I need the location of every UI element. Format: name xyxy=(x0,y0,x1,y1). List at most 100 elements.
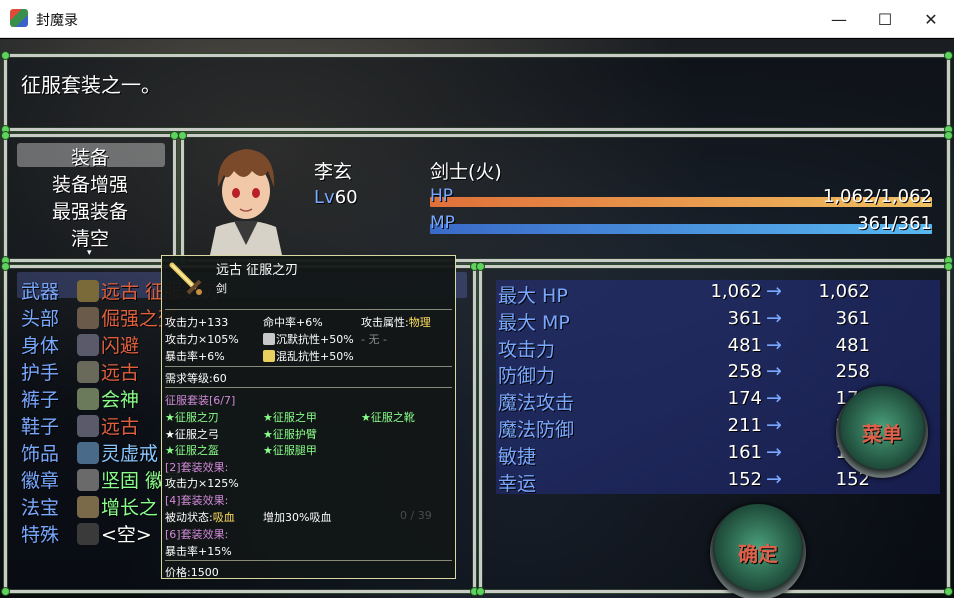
bonus4-desc: 增加30%吸血 xyxy=(263,511,332,524)
tooltip-crit: 暴击率+6% xyxy=(165,350,225,363)
confirm-button-label: 确定 xyxy=(738,541,778,566)
help-text: 征服套装之一。 xyxy=(21,73,161,97)
actor-level: Lv60 xyxy=(314,187,358,208)
scroll-down-icon[interactable]: ▾ xyxy=(87,248,92,258)
confuse-icon xyxy=(263,350,275,362)
param-current: 152 xyxy=(727,468,762,490)
param-current: 1,062 xyxy=(710,281,762,302)
tooltip-atk: 攻击力+133 xyxy=(165,316,229,329)
arrow-right-icon: → xyxy=(766,333,782,356)
param-name: 攻击力 xyxy=(498,338,556,361)
mp-value: 361/361 xyxy=(857,213,932,234)
slot-item-name: 远古 xyxy=(101,416,140,438)
command-optimize[interactable]: 最强装备 xyxy=(7,197,173,224)
param-new: 361 xyxy=(835,307,870,329)
param-name: 魔法攻击 xyxy=(498,392,575,415)
slot-item-name: 远古 xyxy=(101,362,140,384)
equipment-icon xyxy=(77,442,99,464)
sword-icon xyxy=(169,262,202,295)
command-enhance[interactable]: 装备增强 xyxy=(7,170,173,197)
param-name: 幸运 xyxy=(498,472,537,495)
arrow-right-icon: → xyxy=(766,467,782,490)
bonus6-title: [6]套装效果: xyxy=(165,528,229,541)
confirm-button[interactable]: 确定 xyxy=(710,504,806,598)
level-value: 60 xyxy=(334,187,358,208)
arrow-right-icon: → xyxy=(766,280,782,302)
close-button[interactable]: ✕ xyxy=(908,0,954,38)
param-name: 最大 MP xyxy=(498,311,570,334)
window-title: 封魔录 xyxy=(36,13,78,29)
param-name: 敏捷 xyxy=(498,445,537,468)
slot-item-name: 会神 xyxy=(101,389,140,411)
arrow-right-icon: → xyxy=(766,306,782,329)
arrow-right-icon: → xyxy=(766,440,782,463)
equipment-icon xyxy=(77,496,99,518)
tooltip-counter: 0 / 39 xyxy=(400,509,432,522)
status-window: 李玄 Lv60 剑士(火) HP 1,062/1,062 MP 361/361 xyxy=(178,131,953,265)
tooltip-item-type: 剑 xyxy=(216,282,227,295)
mp-gauge: MP 361/361 xyxy=(430,212,932,236)
param-current: 481 xyxy=(727,334,762,356)
silence-icon xyxy=(263,333,275,345)
equipment-icon xyxy=(77,415,99,437)
divider xyxy=(165,387,452,388)
tooltip-atk-rate: 攻击力×105% xyxy=(165,333,239,346)
slot-label: 护手 xyxy=(21,362,60,384)
slot-item-name: <空> xyxy=(101,524,152,546)
slot-label: 特殊 xyxy=(21,524,60,546)
param-window: 最大 HP 1,062 → 1,062 最大 MP 361 → 361 攻击力 481 → 481 防御… xyxy=(476,262,953,598)
command-clear[interactable]: 清空 xyxy=(7,224,173,251)
actor-portrait xyxy=(210,149,282,255)
divider xyxy=(165,366,452,367)
set-item: ★征服之刃 xyxy=(165,411,219,424)
param-current: 361 xyxy=(727,307,762,329)
level-label: Lv xyxy=(314,187,335,208)
set-item: ★征服护臂 xyxy=(263,428,317,441)
divider xyxy=(165,560,452,561)
param-current: 258 xyxy=(727,361,762,383)
param-new: 258 xyxy=(835,361,870,383)
tooltip-hit: 命中率+6% xyxy=(263,316,323,329)
param-new: 1,062 xyxy=(818,281,870,302)
param-name: 魔法防御 xyxy=(498,419,575,441)
minimize-button[interactable]: — xyxy=(816,0,862,38)
bonus6-value: 暴击率+15% xyxy=(165,545,232,558)
slot-label: 裤子 xyxy=(21,389,60,411)
equipment-icon xyxy=(77,469,99,491)
param-current: 161 xyxy=(727,441,762,463)
tooltip-elem-label: 攻击属性: xyxy=(361,316,409,329)
hp-gauge: HP 1,062/1,062 xyxy=(430,185,932,209)
param-row: 最大 MP 361 → 361 xyxy=(496,306,940,334)
set-item: ★征服之弓 xyxy=(165,428,219,441)
slot-label: 法宝 xyxy=(21,497,60,519)
menu-button[interactable]: 菜单 xyxy=(836,386,928,478)
command-window: 装备 装备增强 最强装备 清空 ▾ xyxy=(1,131,179,265)
arrow-right-icon: → xyxy=(766,387,782,410)
tooltip-item-name: 远古 征服之刃 xyxy=(216,263,299,278)
hp-label: HP xyxy=(430,186,454,206)
arrow-right-icon: → xyxy=(766,414,782,436)
tooltip-elem: 物理 xyxy=(408,316,431,329)
app-icon xyxy=(10,9,28,27)
param-new: 481 xyxy=(835,334,870,356)
slot-label: 鞋子 xyxy=(21,416,60,438)
tooltip-set-title: 征服套装[6/7] xyxy=(165,394,236,407)
slot-label: 徽章 xyxy=(21,470,60,492)
param-current: 211 xyxy=(727,415,762,436)
bonus2-title: [2]套装效果: xyxy=(165,461,229,474)
set-item: ★征服之靴 xyxy=(361,411,415,424)
command-equip[interactable]: 装备 xyxy=(7,143,173,170)
tooltip-req-level: 需求等级:60 xyxy=(165,372,227,385)
tooltip-silence: 沉默抗性+50% xyxy=(276,333,354,346)
tooltip-confuse: 混乱抗性+50% xyxy=(276,350,354,363)
equipment-icon xyxy=(77,334,99,356)
hp-value: 1,062/1,062 xyxy=(822,186,932,207)
mp-label: MP xyxy=(430,213,455,233)
maximize-button[interactable]: ☐ xyxy=(862,0,908,38)
slot-item-name: 闪避 xyxy=(101,335,140,357)
bonus4-value: 吸血 xyxy=(212,511,235,524)
param-name: 防御力 xyxy=(498,365,556,388)
equipment-icon xyxy=(77,523,99,545)
tooltip-none: - 无 - xyxy=(361,333,387,346)
slot-label: 身体 xyxy=(21,335,60,357)
